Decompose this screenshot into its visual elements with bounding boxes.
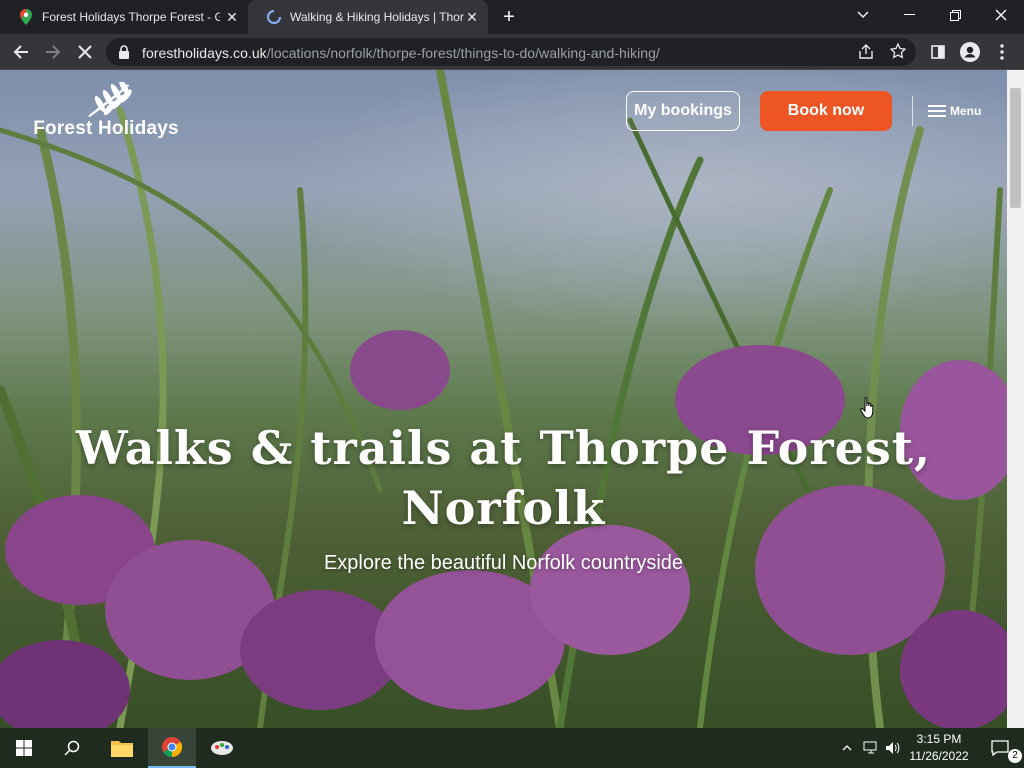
url-path: /locations/norfolk/thorpe-forest/things-…: [266, 45, 660, 61]
menu-label: Menu: [950, 104, 982, 118]
volume-icon[interactable]: [884, 739, 902, 757]
side-panel-icon[interactable]: [926, 40, 950, 64]
tab-title: Walking & Hiking Holidays | Thor: [290, 10, 464, 24]
minimize-button[interactable]: [886, 0, 932, 30]
hand-cursor-icon: [860, 397, 876, 424]
notifications-icon[interactable]: 2: [976, 728, 1024, 768]
clock-time: 3:15 PM: [916, 732, 962, 746]
close-window-button[interactable]: [978, 0, 1024, 30]
paint-app-icon[interactable]: [198, 728, 246, 768]
browser-toolbar: forestholidays.co.uk/locations/norfolk/t…: [0, 34, 1024, 70]
tab-walking-hiking[interactable]: Walking & Hiking Holidays | Thor ✕: [248, 0, 488, 34]
tab-title: Forest Holidays Thorpe Forest - G: [42, 10, 220, 24]
lock-icon[interactable]: [118, 45, 130, 64]
my-bookings-button[interactable]: My bookings: [626, 91, 740, 131]
fern-leaf-icon: [88, 79, 132, 117]
title-line-1: Walks & trails at Thorpe Forest,: [75, 421, 931, 475]
network-icon[interactable]: [862, 739, 880, 757]
title-line-2: Norfolk: [401, 481, 606, 535]
menu-icon: [928, 105, 946, 117]
taskbar: 3:15 PM 11/26/2022 2: [0, 728, 1024, 768]
tab-search-icon[interactable]: [840, 0, 886, 30]
clock-date: 11/26/2022: [909, 749, 969, 763]
stop-loading-button[interactable]: [73, 40, 97, 64]
nav-divider: [912, 96, 913, 126]
page-viewport: Forest Holidays My bookings Book now Men…: [0, 70, 1007, 728]
forward-button[interactable]: [41, 40, 65, 64]
browser-tab-strip: Forest Holidays Thorpe Forest - G ✕ Walk…: [0, 0, 1024, 34]
close-tab-icon[interactable]: ✕: [464, 9, 480, 25]
share-icon[interactable]: [858, 44, 874, 65]
back-button[interactable]: [9, 40, 33, 64]
hero-subtitle: Explore the beautiful Norfolk countrysid…: [323, 552, 684, 574]
url-host: forestholidays.co.uk: [142, 45, 267, 61]
logo-text: Forest Holidays: [33, 118, 179, 139]
search-icon[interactable]: [48, 728, 96, 768]
scrollbar-thumb[interactable]: [1010, 88, 1021, 208]
chrome-icon[interactable]: [148, 728, 196, 768]
new-tab-button[interactable]: +: [498, 6, 520, 28]
close-tab-icon[interactable]: ✕: [224, 9, 240, 25]
restore-button[interactable]: [932, 0, 978, 30]
page-title: Walks & trails at Thorpe Forest, Norfolk: [40, 418, 967, 538]
star-icon[interactable]: [889, 42, 907, 64]
address-bar[interactable]: forestholidays.co.uk/locations/norfolk/t…: [106, 38, 916, 66]
loading-spinner-icon: [266, 9, 282, 25]
page-scrollbar[interactable]: [1007, 70, 1024, 728]
more-options-icon[interactable]: [990, 40, 1014, 64]
show-hidden-icons-icon[interactable]: [838, 739, 856, 757]
notification-count-badge: 2: [1008, 749, 1022, 763]
hero-image: [0, 70, 1007, 728]
book-now-button[interactable]: Book now: [760, 91, 892, 131]
maps-pin-icon: [18, 9, 34, 25]
menu-button[interactable]: Menu: [928, 101, 981, 121]
windows-start-icon[interactable]: [0, 728, 48, 768]
url-text: forestholidays.co.uk/locations/norfolk/t…: [142, 45, 660, 61]
tab-thorpe-forest-maps[interactable]: Forest Holidays Thorpe Forest - G ✕: [0, 0, 248, 34]
file-explorer-icon[interactable]: [98, 728, 146, 768]
forest-holidays-logo[interactable]: Forest Holidays: [28, 79, 184, 142]
profile-icon[interactable]: [958, 40, 982, 64]
taskbar-clock[interactable]: 3:15 PM 11/26/2022: [906, 731, 972, 765]
